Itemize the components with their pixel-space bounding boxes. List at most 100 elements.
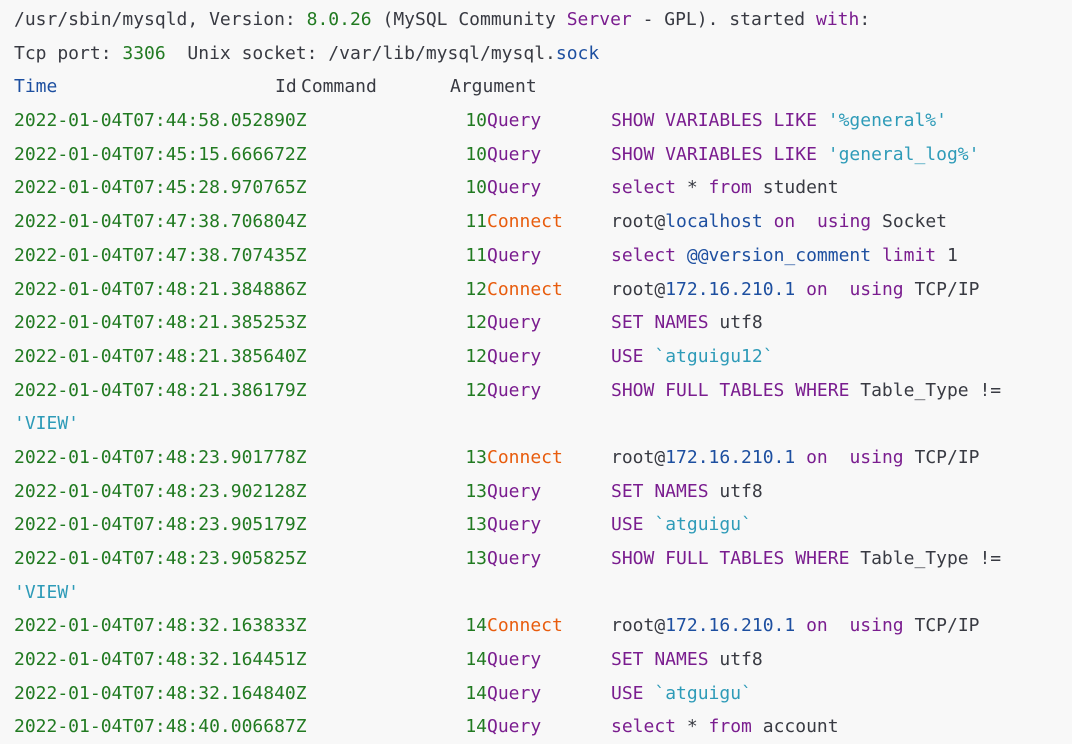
argument-token: root@ <box>611 446 666 468</box>
log-entry-command: Query <box>487 480 542 502</box>
log-entry-continuation: 'VIEW' <box>14 576 1072 610</box>
log-entry-command: Query <box>487 312 542 334</box>
log-entry-row: 2022-01-04T07:45:28.970765Z 10 Query select… <box>14 171 1072 205</box>
log-entry-id: 14 <box>465 615 487 637</box>
socket-extension: sock <box>555 42 600 64</box>
argument-token: utf8 <box>708 312 763 334</box>
column-header-argument: Argument <box>450 76 537 98</box>
argument-token: SET NAMES <box>611 480 709 502</box>
log-entry-row: 2022-01-04T07:48:21.385640Z 12 Query USE `a… <box>14 340 1072 374</box>
argument-token <box>676 245 687 266</box>
argument-token <box>763 211 774 232</box>
general-log-view: /usr/sbin/mysqld, Version: 8.0.26 (MySQL… <box>0 0 1072 744</box>
column-header-command: Command <box>301 76 377 98</box>
log-entry-time: 2022-01-04T07:48:23.905825Z <box>14 548 307 569</box>
argument-token: USE <box>611 682 655 704</box>
log-entry-id: 10 <box>465 110 487 132</box>
log-entry-command: Query <box>487 649 542 671</box>
version-number: 8.0.26 <box>306 9 372 30</box>
log-entry-command: Query <box>487 548 542 569</box>
log-entry-argument: root@172.16.210.1 on using TCP/IP <box>611 609 980 643</box>
log-entry-command: Connect <box>487 278 563 300</box>
log-entry-time: 2022-01-04T07:48:40.006687Z <box>14 716 307 738</box>
argument-token: SHOW FULL TABLES WHERE <box>611 548 850 569</box>
argument-token: TCP/IP <box>903 446 980 468</box>
argument-token <box>795 279 806 300</box>
started-text: - GPL). started <box>631 9 816 30</box>
log-entry-time: 2022-01-04T07:48:23.901778Z <box>14 446 307 468</box>
argument-token: student <box>751 177 839 199</box>
log-entry-command: Connect <box>487 446 563 468</box>
log-rows: 2022-01-04T07:44:58.052890Z 10 Query SHOW V… <box>14 104 1072 744</box>
argument-token: select <box>611 177 677 199</box>
argument-token: Socket <box>871 211 947 233</box>
argument-token: select <box>611 244 677 266</box>
version-text: (MySQL Community <box>371 9 567 30</box>
argument-token: on <box>806 615 828 637</box>
log-entry-command: Connect <box>487 615 563 637</box>
argument-token: SET NAMES <box>611 312 709 334</box>
log-entry-id: 12 <box>465 278 487 300</box>
log-entry-command: Query <box>487 177 542 199</box>
argument-token: on <box>806 278 828 300</box>
log-entry-time: 2022-01-04T07:45:15.666672Z <box>14 143 307 165</box>
log-entry-row: 2022-01-04T07:44:58.052890Z 10 Query SHOW V… <box>14 104 1072 138</box>
tcp-port-value: 3306 <box>122 42 166 64</box>
argument-token: SET NAMES <box>611 649 709 671</box>
log-entry-command: Connect <box>487 211 563 233</box>
argument-token: Table_Type != <box>849 548 1012 569</box>
log-entry-id: 13 <box>465 514 487 536</box>
log-entry-command: Query <box>487 244 542 266</box>
with-keyword: with <box>815 9 860 30</box>
log-entry-time: 2022-01-04T07:47:38.707435Z <box>14 244 307 266</box>
argument-token: `atguigu12` <box>654 345 774 367</box>
log-entry-argument: root@172.16.210.1 on using TCP/IP <box>611 273 980 307</box>
argument-token: `atguigu` <box>654 514 752 536</box>
argument-token: TCP/IP <box>903 278 980 300</box>
argument-token: SHOW VARIABLES LIKE <box>611 143 828 165</box>
log-entry-id: 12 <box>465 312 487 334</box>
log-entry-command: Query <box>487 682 542 704</box>
log-entry-argument: select @@version_comment limit 1 <box>611 239 958 273</box>
version-prefix: /usr/sbin/mysqld, Version: <box>14 9 307 30</box>
argument-token: using <box>849 446 904 468</box>
log-entry-row: 2022-01-04T07:48:23.901778Z 13 Connect root… <box>14 441 1072 475</box>
log-entry-row: 2022-01-04T07:48:32.163833Z 14 Connect root… <box>14 609 1072 643</box>
log-entry-argument: SHOW VARIABLES LIKE '%general%' <box>611 104 947 138</box>
argument-token: using <box>816 211 872 233</box>
log-entry-argument: USE `atguigu` <box>611 677 752 711</box>
argument-token: '%general%' <box>827 110 947 132</box>
log-entry-argument: SHOW VARIABLES LIKE 'general_log%' <box>611 138 979 172</box>
log-entry-row: 2022-01-04T07:48:21.384886Z 12 Connect root… <box>14 273 1072 307</box>
log-entry-row: 2022-01-04T07:48:23.905179Z 13 Query USE `a… <box>14 508 1072 542</box>
argument-token: * <box>676 177 709 199</box>
log-entry-command: Query <box>487 514 542 536</box>
argument-token: USE <box>611 514 655 536</box>
argument-token <box>828 447 850 468</box>
argument-token: select <box>611 716 677 738</box>
log-entry-id: 12 <box>465 379 487 401</box>
argument-token: using <box>849 615 904 637</box>
log-entry-id: 14 <box>465 716 487 738</box>
argument-continuation-text: 'VIEW' <box>14 413 80 435</box>
log-entry-time: 2022-01-04T07:48:32.163833Z <box>14 615 307 637</box>
argument-token <box>871 245 882 266</box>
argument-token: 'general_log%' <box>827 143 980 165</box>
argument-token: on <box>773 211 796 233</box>
log-entry-row: 2022-01-04T07:48:21.385253Z 12 Query SET NA… <box>14 306 1072 340</box>
log-entry-continuation: 'VIEW' <box>14 407 1072 441</box>
argument-token: utf8 <box>708 480 763 502</box>
argument-token <box>828 279 850 300</box>
log-entry-row: 2022-01-04T07:48:32.164840Z 14 Query USE `a… <box>14 677 1072 711</box>
argument-token: root@ <box>611 278 666 300</box>
log-entry-row: 2022-01-04T07:47:38.706804Z 11 Connect root… <box>14 205 1072 239</box>
argument-token: localhost <box>665 211 763 233</box>
log-entry-argument: select * from student <box>611 171 839 205</box>
log-entry-time: 2022-01-04T07:48:23.905179Z <box>14 514 307 536</box>
log-entry-row: 2022-01-04T07:48:40.006687Z 14 Query select… <box>14 710 1072 744</box>
log-entry-command: Query <box>487 110 542 132</box>
column-header-row: Time Id Command Argument <box>14 70 1072 104</box>
log-entry-time: 2022-01-04T07:47:38.706804Z <box>14 211 307 233</box>
log-entry-row: 2022-01-04T07:48:23.902128Z 13 Query SET NA… <box>14 475 1072 509</box>
log-entry-id: 14 <box>465 682 487 704</box>
